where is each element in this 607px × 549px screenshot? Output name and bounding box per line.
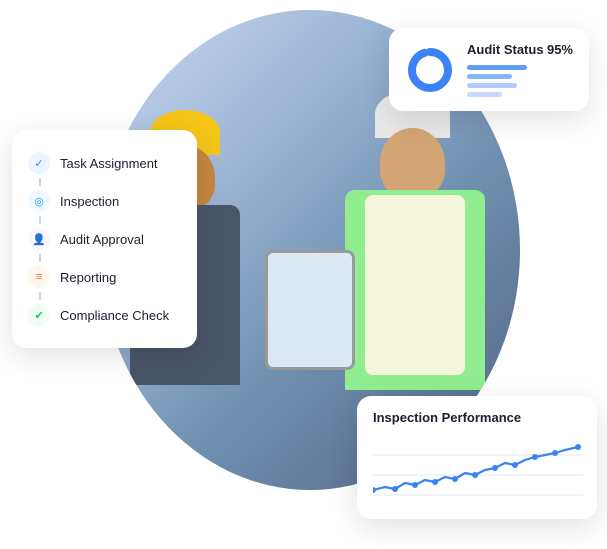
legend-bar-3 <box>467 83 517 88</box>
legend-bars <box>467 65 573 97</box>
list-item: ≡ Reporting <box>28 258 181 296</box>
inspect-icon: ◎ <box>28 190 50 212</box>
list-item: ◎ Inspection <box>28 182 181 220</box>
reporting-label: Reporting <box>60 270 116 285</box>
list-item: 👤 Audit Approval <box>28 220 181 258</box>
legend-bar-2 <box>467 74 512 79</box>
inspection-label: Inspection <box>60 194 119 209</box>
audit-title-row: Audit Status 95% <box>467 42 573 57</box>
tablet <box>265 250 355 370</box>
list-item: ✓ Task Assignment <box>28 144 181 182</box>
audit-label: Audit Approval <box>60 232 144 247</box>
legend-bar-4 <box>467 92 502 97</box>
workflow-card: ✓ Task Assignment ◎ Inspection 👤 Audit A… <box>12 130 197 348</box>
compliance-label: Compliance Check <box>60 308 169 323</box>
audit-status-title: Audit Status <box>467 42 544 57</box>
scene: ✓ Task Assignment ◎ Inspection 👤 Audit A… <box>0 0 607 549</box>
inspection-performance-card: Inspection Performance <box>357 396 597 519</box>
line-chart <box>373 435 581 505</box>
perf-title: Inspection Performance <box>373 410 581 425</box>
task-label: Task Assignment <box>60 156 158 171</box>
comply-icon: ✔ <box>28 304 50 326</box>
donut-chart <box>405 45 455 95</box>
report-icon: ≡ <box>28 266 50 288</box>
audit-percent-value: 95% <box>547 42 573 57</box>
audit-card-content: Audit Status 95% <box>467 42 573 97</box>
task-icon: ✓ <box>28 152 50 174</box>
legend-bar-1 <box>467 65 527 70</box>
audit-icon: 👤 <box>28 228 50 250</box>
list-item: ✔ Compliance Check <box>28 296 181 334</box>
audit-status-card: Audit Status 95% <box>389 28 589 111</box>
